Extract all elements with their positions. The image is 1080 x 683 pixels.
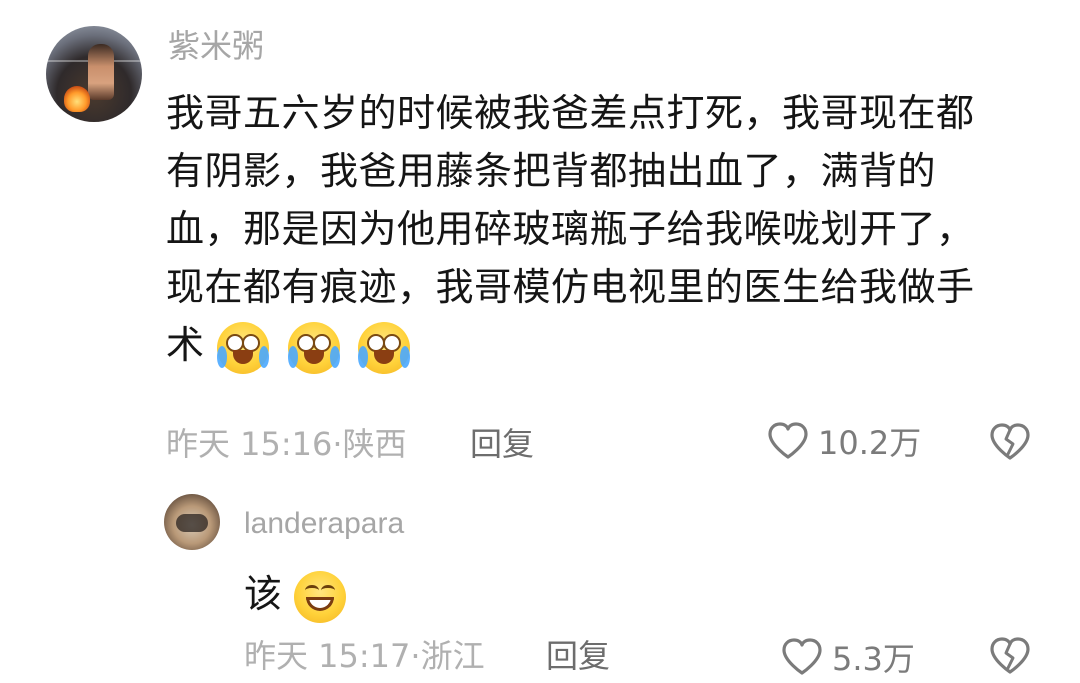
reply-button[interactable]: 回复 bbox=[546, 636, 610, 676]
mouth bbox=[233, 349, 254, 364]
avatar-shape bbox=[176, 514, 208, 532]
commenter-username[interactable]: 紫米粥 bbox=[168, 26, 264, 66]
mouth bbox=[306, 596, 335, 611]
heart-icon bbox=[768, 422, 808, 459]
like-count: 5.3万 bbox=[832, 640, 915, 678]
comment-line-5: 术 bbox=[166, 316, 1026, 374]
eye-right bbox=[383, 333, 402, 352]
broken-heart-icon bbox=[990, 637, 1030, 674]
reply-timestamp: 昨天 15:17 bbox=[244, 637, 411, 675]
crying-laughing-emoji bbox=[358, 321, 411, 374]
tear-left bbox=[287, 345, 298, 368]
tear-left bbox=[217, 345, 228, 368]
avatar-fire bbox=[64, 86, 90, 112]
heart-icon bbox=[782, 638, 822, 675]
reply-body-text: 该 bbox=[244, 572, 283, 616]
like-count: 10.2万 bbox=[818, 424, 922, 462]
crying-laughing-emoji bbox=[217, 321, 270, 374]
tear-right bbox=[259, 345, 270, 368]
like-button[interactable]: 10.2万 bbox=[766, 418, 921, 464]
tear-left bbox=[358, 345, 369, 368]
comment-timestamp: 昨天 15:16 bbox=[166, 425, 333, 463]
reply-location: 浙江 bbox=[420, 637, 485, 675]
comment-line-3: 血，那是因为他用碎玻璃瓶子给我喉咙划开了， bbox=[166, 207, 975, 251]
reply-button[interactable]: 回复 bbox=[470, 424, 534, 464]
comment-location: 陕西 bbox=[342, 425, 407, 463]
reply-meta: 昨天 15:17·浙江 bbox=[244, 636, 485, 676]
eye-right bbox=[321, 584, 336, 596]
comment-body: 我哥五六岁的时候被我爸差点打死，我哥现在都 有阴影，我爸用藤条把背都抽出血了，满… bbox=[166, 84, 1026, 374]
replier-username[interactable]: landerapara bbox=[244, 504, 404, 544]
mouth bbox=[303, 349, 324, 364]
meta-separator: · bbox=[332, 425, 343, 463]
comment-line-5-text: 术 bbox=[166, 323, 205, 367]
tear-right bbox=[329, 345, 340, 368]
tear-right bbox=[400, 345, 411, 368]
dislike-button[interactable] bbox=[988, 422, 1032, 466]
comment-page: 紫米粥 我哥五六岁的时候被我爸差点打死，我哥现在都 有阴影，我爸用藤条把背都抽出… bbox=[0, 0, 1080, 683]
mouth bbox=[374, 349, 395, 364]
grinning-emoji bbox=[294, 570, 347, 623]
dislike-button[interactable] bbox=[988, 636, 1032, 680]
comment-meta: 昨天 15:16·陕西 bbox=[166, 424, 407, 464]
meta-separator: · bbox=[410, 637, 421, 675]
commenter-avatar[interactable] bbox=[46, 26, 142, 122]
eye-left bbox=[305, 584, 320, 596]
reply-body: 该 bbox=[244, 565, 347, 623]
broken-heart-icon bbox=[990, 423, 1030, 460]
comment-line-4: 现在都有痕迹，我哥模仿电视里的医生给我做手 bbox=[166, 265, 975, 309]
eye-right bbox=[312, 333, 331, 352]
avatar-person bbox=[88, 44, 114, 100]
eye-right bbox=[242, 333, 261, 352]
comment-line-2: 有阴影，我爸用藤条把背都抽出血了，满背的 bbox=[166, 149, 937, 193]
like-button[interactable]: 5.3万 bbox=[780, 634, 915, 680]
comment-line-1: 我哥五六岁的时候被我爸差点打死，我哥现在都 bbox=[166, 91, 975, 135]
crying-laughing-emoji bbox=[287, 321, 340, 374]
replier-avatar[interactable] bbox=[164, 494, 220, 550]
